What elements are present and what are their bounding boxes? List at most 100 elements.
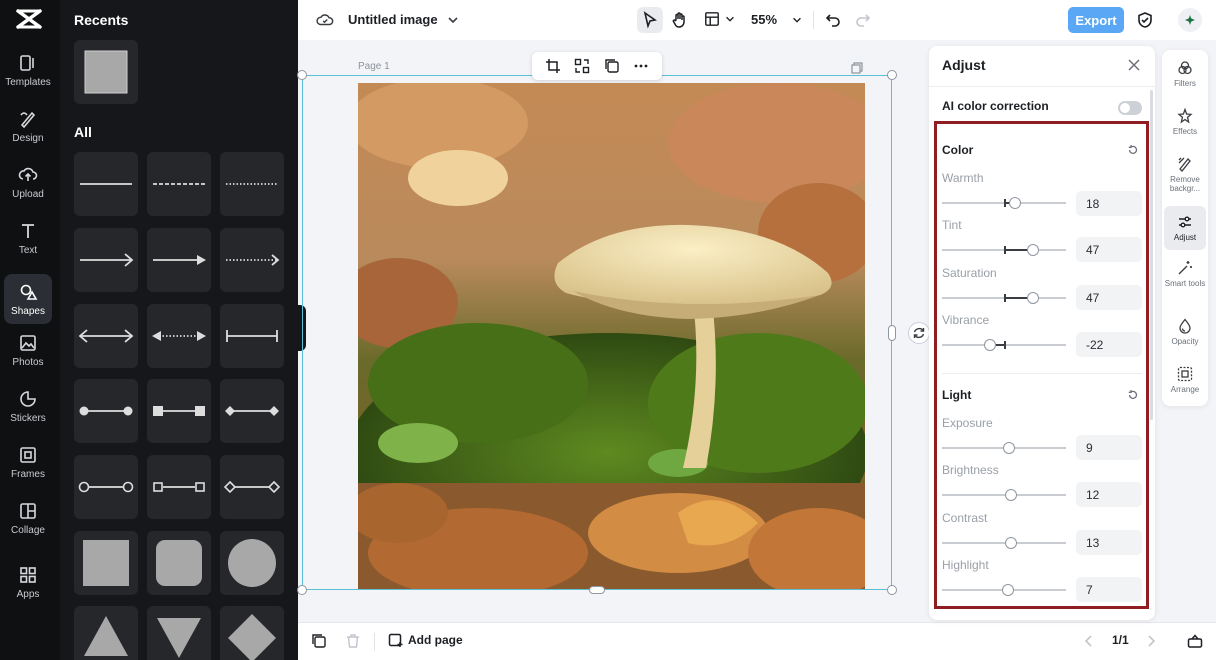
doc-title-dropdown[interactable]: Untitled image — [348, 12, 460, 27]
saturation-slider[interactable] — [942, 292, 1066, 304]
avatar[interactable] — [1178, 8, 1202, 32]
opacity-icon — [1179, 318, 1191, 334]
shape-dotted-line[interactable] — [220, 152, 284, 216]
shape-hollow-dot-line[interactable] — [74, 455, 138, 519]
shape-dot-line[interactable] — [74, 379, 138, 443]
shape-rounded-square[interactable] — [147, 531, 211, 595]
shape-dotted-arrow[interactable] — [220, 228, 284, 292]
prev-page-icon[interactable] — [1082, 634, 1096, 648]
close-icon[interactable] — [1127, 58, 1141, 72]
contrast-value[interactable]: 13 — [1076, 530, 1142, 555]
tint-slider[interactable] — [942, 244, 1066, 256]
layers-icon[interactable] — [604, 58, 620, 74]
rail-item-upload[interactable]: Upload — [4, 158, 52, 206]
rail-item-design[interactable]: Design — [4, 102, 52, 150]
duplicate-icon[interactable] — [311, 633, 327, 649]
cloud-sync-icon[interactable] — [316, 11, 334, 29]
shape-square[interactable] — [74, 531, 138, 595]
warmth-value[interactable]: 18 — [1076, 191, 1142, 216]
rail-item-collage[interactable]: Collage — [4, 494, 52, 542]
resize-handle-top-left[interactable] — [297, 70, 307, 80]
trash-icon[interactable] — [345, 633, 361, 649]
replace-icon[interactable] — [574, 58, 590, 74]
exposure-value[interactable]: 9 — [1076, 435, 1142, 460]
layout-icon — [705, 12, 719, 26]
export-button[interactable]: Export — [1068, 7, 1124, 33]
shape-hollow-square-line[interactable] — [147, 455, 211, 519]
page-label: Page 1 — [358, 61, 390, 72]
shapes-panel: Recents All — [60, 0, 298, 660]
tool-adjust[interactable]: Adjust — [1164, 206, 1206, 250]
tool-remove-background[interactable]: Remove backgr... — [1164, 156, 1206, 193]
warmth-slider[interactable] — [942, 197, 1066, 209]
pages-panel-icon[interactable] — [1187, 633, 1203, 649]
exposure-slider[interactable] — [942, 442, 1066, 454]
next-page-icon[interactable] — [1144, 634, 1158, 648]
reset-light-icon[interactable] — [1127, 389, 1139, 401]
redo-button[interactable] — [850, 7, 876, 33]
rotate-button[interactable] — [908, 322, 930, 344]
shield-button[interactable] — [1136, 11, 1154, 29]
warmth-label: Warmth — [942, 171, 984, 185]
adjust-scrollbar[interactable] — [1150, 90, 1153, 420]
shape-hollow-diamond-line[interactable] — [220, 455, 284, 519]
shape-solid-line[interactable] — [74, 152, 138, 216]
shape-bar-line[interactable] — [220, 304, 284, 368]
recent-shape-square[interactable] — [74, 40, 138, 104]
shape-diamond-line[interactable] — [220, 379, 284, 443]
shape-dotted-double-arrow[interactable] — [147, 304, 211, 368]
layout-dropdown[interactable] — [704, 11, 736, 27]
add-page-button[interactable]: Add page — [388, 632, 463, 648]
shape-triangle[interactable] — [74, 606, 138, 660]
hand-tool-button[interactable] — [667, 7, 693, 33]
resize-handle-bottom-left[interactable] — [297, 585, 307, 595]
rail-item-frames[interactable]: Frames — [4, 438, 52, 486]
rail-label: Upload — [12, 188, 44, 200]
resize-handle-bottom[interactable] — [589, 586, 605, 594]
shape-square-line[interactable] — [147, 379, 211, 443]
shape-diamond[interactable] — [220, 606, 284, 660]
doc-title: Untitled image — [348, 12, 438, 27]
rail-item-shapes[interactable]: Shapes — [4, 274, 52, 324]
rail-item-stickers[interactable]: Stickers — [4, 382, 52, 430]
rail-item-text[interactable]: Text — [4, 214, 52, 262]
rail-item-templates[interactable]: Templates — [4, 46, 52, 94]
capcut-logo[interactable] — [16, 8, 42, 30]
shape-line-arrow[interactable] — [74, 228, 138, 292]
resize-handle-right[interactable] — [888, 325, 896, 341]
rail-item-apps[interactable]: Apps — [4, 558, 52, 606]
contrast-slider[interactable] — [942, 537, 1066, 549]
bottom-divider — [374, 633, 375, 651]
shape-solid-arrow[interactable] — [147, 228, 211, 292]
shape-circle[interactable] — [220, 531, 284, 595]
brightness-slider[interactable] — [942, 489, 1066, 501]
reset-color-icon[interactable] — [1127, 144, 1139, 156]
shape-inverted-triangle[interactable] — [147, 606, 211, 660]
ai-color-correction-toggle[interactable] — [1118, 101, 1142, 115]
select-tool-button[interactable] — [637, 7, 663, 33]
tool-smart-tools[interactable]: Smart tools — [1164, 260, 1206, 288]
rail-label: Collage — [11, 524, 45, 536]
vibrance-slider[interactable] — [942, 339, 1066, 351]
zoom-dropdown[interactable]: 55% — [751, 12, 803, 27]
undo-button[interactable] — [820, 7, 846, 33]
tint-value[interactable]: 47 — [1076, 237, 1142, 262]
tool-effects[interactable]: Effects — [1164, 108, 1206, 136]
rail-item-photos[interactable]: Photos — [4, 326, 52, 374]
shape-dashed-line[interactable] — [147, 152, 211, 216]
crop-icon[interactable] — [545, 58, 561, 74]
vibrance-value[interactable]: -22 — [1076, 332, 1142, 357]
brightness-value[interactable]: 12 — [1076, 482, 1142, 507]
chevron-down-icon — [448, 16, 458, 23]
saturation-value[interactable]: 47 — [1076, 285, 1142, 310]
highlight-slider[interactable] — [942, 584, 1066, 596]
more-icon[interactable] — [633, 58, 649, 74]
resize-handle-bottom-right[interactable] — [887, 585, 897, 595]
shape-double-arrow[interactable] — [74, 304, 138, 368]
tool-opacity[interactable]: Opacity — [1164, 318, 1206, 346]
tool-filters[interactable]: Filters — [1164, 60, 1206, 88]
tool-arrange[interactable]: Arrange — [1164, 366, 1206, 394]
highlight-value[interactable]: 7 — [1076, 577, 1142, 602]
duplicate-page-icon[interactable] — [851, 62, 863, 74]
resize-handle-top-right[interactable] — [887, 70, 897, 80]
